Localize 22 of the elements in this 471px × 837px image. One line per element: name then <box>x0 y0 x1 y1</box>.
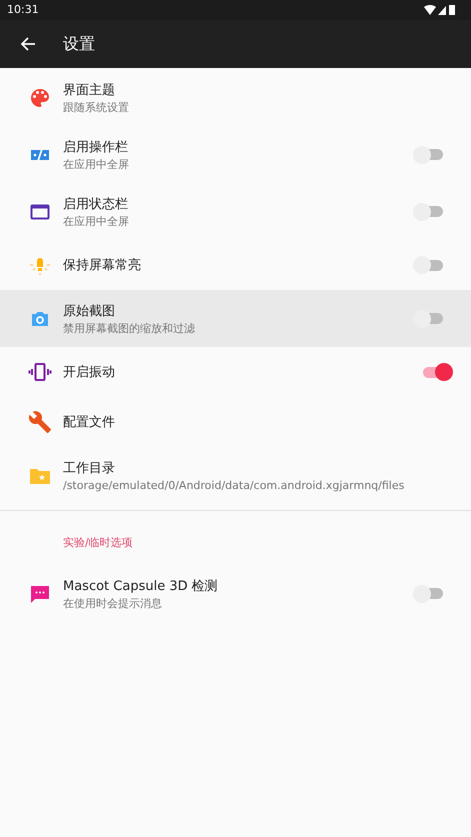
setting-title: 启用状态栏 <box>63 196 129 214</box>
setting-title: Mascot Capsule 3D 检测 <box>63 578 219 596</box>
setting-title: 界面主题 <box>63 82 116 100</box>
setting-subtitle: 跟随系统设置 <box>63 100 130 114</box>
setting-title: 工作目录 <box>63 460 116 478</box>
setting-title: 启用操作栏 <box>63 138 129 156</box>
status-time: 10:31 <box>7 2 39 18</box>
setting-title: 开启振动 <box>63 364 116 382</box>
setting-subtitle: /storage/emulated/0/Android/data/com.android.xgjarmnq/files <box>63 478 406 492</box>
setting-subtitle: 禁用屏幕截图的缩放和过滤 <box>63 320 196 336</box>
setting-subtitle: 在应用中全屏 <box>63 156 130 172</box>
setting-subtitle: 在使用时会提示消息 <box>63 596 163 610</box>
setting-subtitle: 在应用中全屏 <box>63 214 130 228</box>
wrench-icon <box>28 410 52 434</box>
back-arrow-icon <box>20 36 36 52</box>
vibration-icon <box>28 360 52 384</box>
setting-title: 原始截图 <box>63 302 116 320</box>
section-header: 实验/临时选项 <box>63 536 133 549</box>
settings-row[interactable]: 原始截图 禁用屏幕截图的缩放和过滤 <box>0 290 471 347</box>
setting-title: 保持屏幕常亮 <box>63 256 142 274</box>
setting-title: 配置文件 <box>63 414 116 432</box>
toolbar-title: 设置 <box>63 33 95 55</box>
